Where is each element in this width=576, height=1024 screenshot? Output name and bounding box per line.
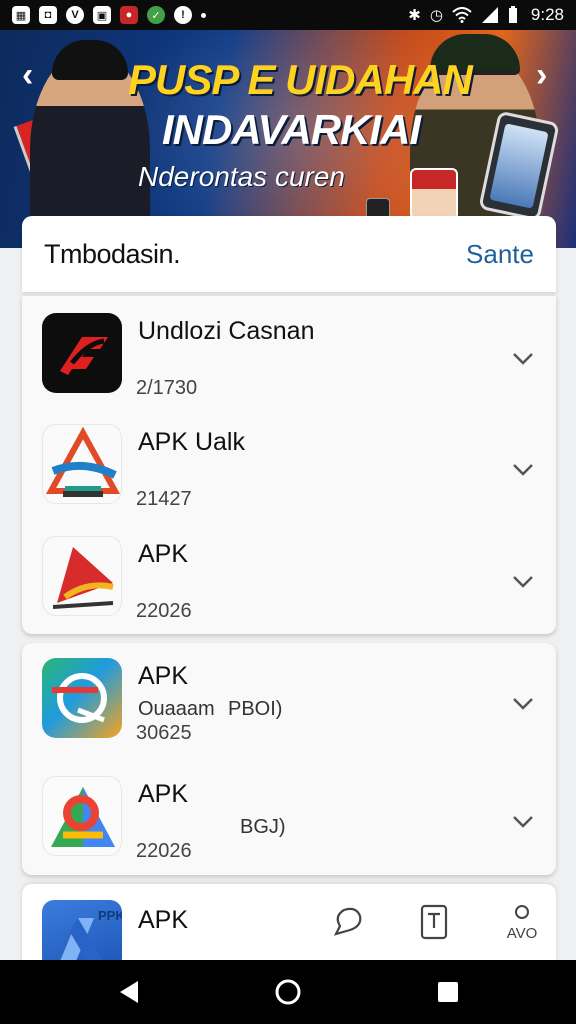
item-number: 21427 [136,488,192,510]
gradient-app-icon [42,658,122,738]
item-title: APK [138,662,189,690]
status-right-icons: ✱ ◷ 9:28 [408,5,564,25]
chevron-down-icon[interactable] [510,808,536,834]
status-bar: ▦ ◘ V ▣ ● ✓ ! ✱ ◷ 9:28 [0,0,576,30]
bottom-bar: PPK APK AVO [22,884,556,964]
banner-caption: Nderontas curen [138,161,346,192]
item-number: 2/1730 [136,377,198,399]
wifi-icon [452,7,472,23]
item-title: Undlozi Casnan [138,317,315,345]
back-icon[interactable] [114,976,146,1008]
dot-icon [201,12,206,18]
item-title: APK Ualk [138,428,245,456]
item-number: 22026 [136,600,192,622]
list-item[interactable]: APK Ualk 21427 [22,424,556,534]
banner-next-arrow[interactable]: › [536,58,547,92]
chat-tab-icon[interactable] [328,902,368,942]
item-extra: Ouaaam [138,698,215,720]
list-item[interactable]: APK BGJ) 22026 [22,776,556,886]
section-header: Tmbodasin. Sante [22,216,556,292]
item-number: 22026 [136,840,192,862]
blue-triangle-app-icon [42,424,122,504]
app-screen: ▦ ◘ V ▣ ● ✓ ! ✱ ◷ 9:28 ‹ › PUSP E UIDAHA… [0,0,576,1024]
vpn-app-icon: V [66,6,84,24]
status-time: 9:28 [530,5,564,24]
banner-title: PUSP E UIDAHAN [128,56,473,103]
status-left-icons: ▦ ◘ V ▣ ● ✓ ! [12,6,206,24]
badge-photo-graphic [410,168,458,220]
list-item[interactable]: APK Ouaaam PBOI) 30625 [22,658,556,768]
alert-icon: ! [174,6,192,24]
home-icon[interactable] [272,976,304,1008]
system-nav-bar [0,960,576,1024]
red-flag-app-icon [42,536,122,616]
list-item[interactable]: APK 22026 [22,536,556,646]
profile-tab-icon[interactable]: AVO [502,902,542,942]
item-extra-2: PBOI) [228,698,283,720]
banner-subtitle: INDAVARKIAI [162,106,421,153]
drive-icon-label: PPK [98,908,122,923]
chevron-down-icon[interactable] [510,456,536,482]
bag-app-icon: ◘ [39,6,57,24]
bottom-item-title: APK [138,906,189,934]
profile-tab-label: AVO [507,925,538,942]
maps-app-icon [42,776,122,856]
item-title: APK [138,780,189,808]
section-action-button[interactable]: Sante [466,239,534,270]
bluetooth-icon: ✱ [408,7,421,24]
drive-app-icon[interactable]: PPK [42,900,122,964]
item-title: APK [138,540,189,568]
red-app-icon: ● [120,6,138,24]
book-tab-icon[interactable] [414,902,454,942]
banner-prev-arrow[interactable]: ‹ [22,58,33,92]
chevron-down-icon[interactable] [510,690,536,716]
chevron-down-icon[interactable] [510,345,536,371]
section-title: Tmbodasin. [44,238,181,269]
item-extra-2: BGJ) [240,816,286,838]
app-list-card-2: APK Ouaaam PBOI) 30625 APK BGJ) 22026 [22,643,556,875]
recent-apps-icon[interactable] [432,976,464,1008]
battery-icon [508,6,517,23]
list-item[interactable]: Undlozi Casnan 2/1730 [22,313,556,423]
green-app-icon: ✓ [147,6,165,24]
signal-icon [481,7,498,23]
alarm-icon: ◷ [429,7,443,24]
grid-app-icon: ▦ [12,6,30,24]
app-list-card-1: Undlozi Casnan 2/1730 APK Ualk 21427 APK… [22,296,556,634]
chevron-down-icon[interactable] [510,568,536,594]
item-number: 30625 [136,722,192,744]
red-swoosh-app-icon [42,313,122,393]
gallery-app-icon: ▣ [93,6,111,24]
